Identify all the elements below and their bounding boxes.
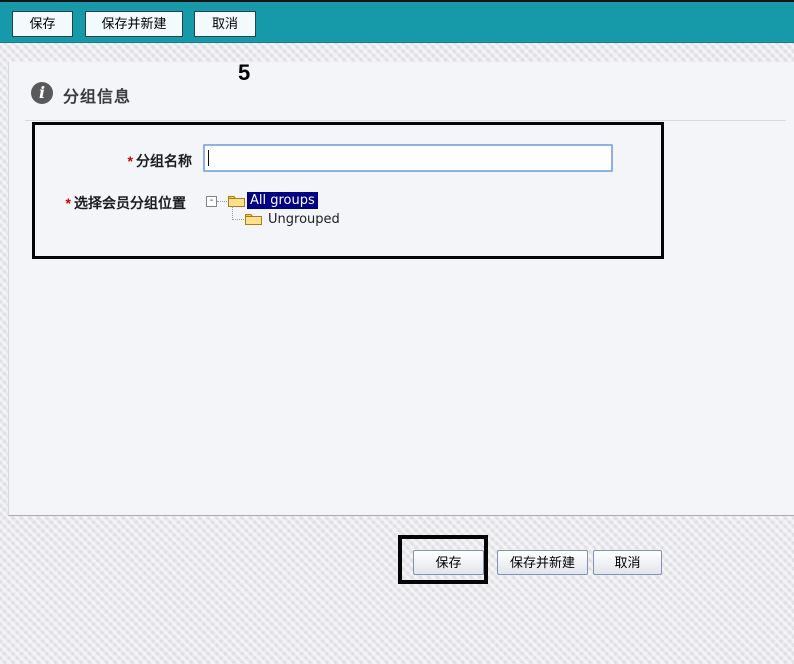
info-icon: i [31, 82, 53, 104]
toolbar-cancel-button[interactable]: 取消 [194, 11, 256, 37]
tree-collapse-icon[interactable]: - [206, 196, 217, 207]
page-title: 分组信息 [63, 83, 131, 107]
tree-node-ungrouped[interactable]: Ungrouped [267, 211, 341, 228]
group-name-label: *分组名称 [40, 151, 192, 171]
cancel-button[interactable]: 取消 [593, 550, 662, 575]
toolbar-save-button[interactable]: 保存 [12, 11, 73, 37]
text-caret [208, 150, 209, 166]
page: { "colors": { "topbar": "#1699a8", "tree… [0, 0, 794, 664]
top-toolbar: 保存 保存并新建 取消 [0, 0, 794, 43]
required-marker: * [128, 153, 133, 169]
tree-node-all-groups[interactable]: All groups [247, 192, 318, 209]
tree-elbow-connector [232, 206, 244, 220]
tree-connector-line [217, 201, 227, 202]
save-button[interactable]: 保存 [413, 550, 484, 575]
required-marker: * [66, 195, 71, 211]
save-and-new-button[interactable]: 保存并新建 [497, 550, 588, 575]
group-location-label-text: 选择会员分组位置 [74, 195, 186, 211]
group-name-input[interactable] [203, 144, 613, 172]
header-divider [25, 120, 786, 121]
toolbar-save-and-new-button[interactable]: 保存并新建 [85, 11, 183, 37]
group-location-label: *选择会员分组位置 [34, 193, 186, 213]
group-name-label-text: 分组名称 [136, 153, 192, 169]
folder-icon [245, 212, 262, 225]
group-info-panel: i 分组信息 [8, 62, 794, 516]
annotation-step-number: 5 [238, 60, 250, 86]
